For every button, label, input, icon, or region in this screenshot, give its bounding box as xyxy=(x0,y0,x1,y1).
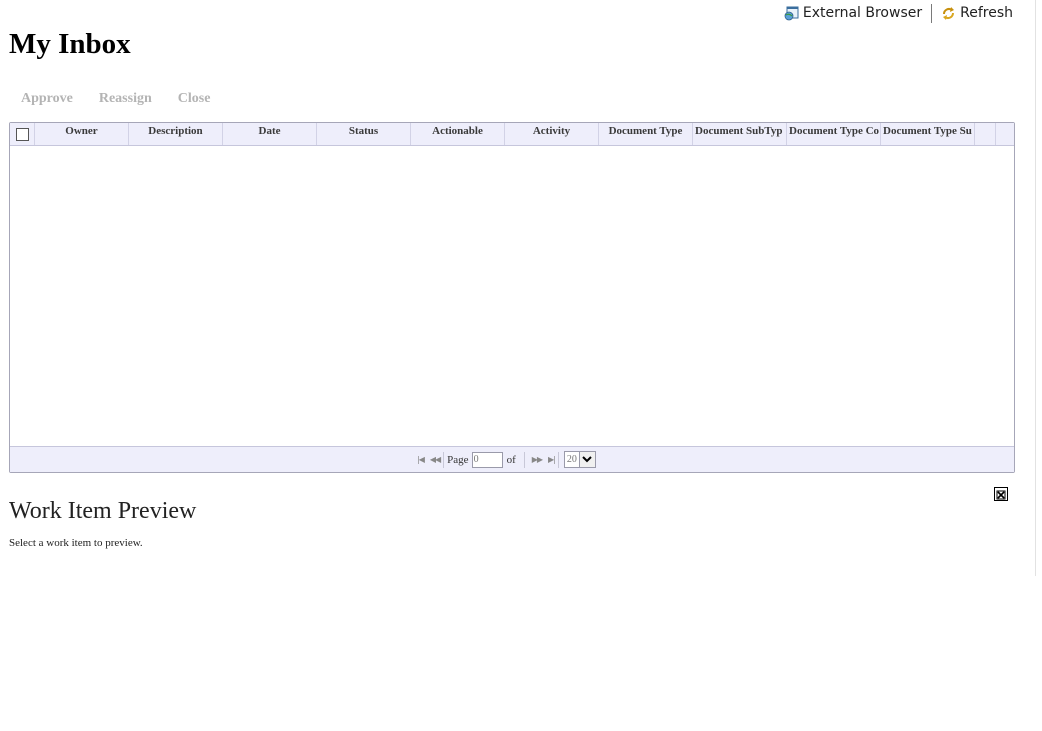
page-size-value: 20 xyxy=(566,454,577,465)
column-header-owner[interactable]: Owner xyxy=(35,123,129,145)
action-bar: Approve Reassign Close xyxy=(21,91,210,107)
refresh-arrows-icon xyxy=(941,6,956,21)
of-label: of xyxy=(506,453,516,466)
column-header-activity[interactable]: Activity xyxy=(505,123,599,145)
column-header-status[interactable]: Status xyxy=(317,123,411,145)
grid-header: Owner Description Date Status Actionable… xyxy=(10,123,1014,146)
external-browser-button[interactable]: External Browser xyxy=(784,5,922,21)
globe-window-icon xyxy=(784,6,799,21)
pager: |◀ ◀◀ Page of ▶▶ ▶| 20 xyxy=(417,450,596,469)
page-size-select[interactable]: 20 xyxy=(563,451,596,468)
next-page-icon[interactable]: ▶▶ xyxy=(532,455,543,464)
last-page-icon[interactable]: ▶| xyxy=(548,455,556,464)
pager-divider xyxy=(523,451,525,468)
column-header-date[interactable]: Date xyxy=(223,123,317,145)
chevron-down-icon[interactable] xyxy=(578,452,595,467)
external-browser-label: External Browser xyxy=(802,5,923,21)
column-header-document-type-code[interactable]: Document Type Co xyxy=(787,123,881,145)
top-toolbar: External Browser Refresh xyxy=(784,3,1013,23)
toolbar-divider xyxy=(931,3,933,23)
page-number-input[interactable] xyxy=(471,451,503,468)
select-all-checkbox[interactable] xyxy=(16,128,29,141)
page-label: Page xyxy=(447,453,469,466)
close-button[interactable]: Close xyxy=(178,91,211,107)
first-page-icon[interactable]: |◀ xyxy=(417,455,425,464)
preview-title: Work Item Preview xyxy=(9,498,197,524)
close-box-icon xyxy=(996,490,1006,500)
inbox-page: External Browser Refresh My Inbox Approv… xyxy=(0,0,1042,731)
prev-page-icon[interactable]: ◀◀ xyxy=(430,455,441,464)
column-header-description[interactable]: Description xyxy=(129,123,223,145)
column-header-document-type-sub[interactable]: Document Type Su xyxy=(881,123,975,145)
column-header-document-subtype[interactable]: Document SubTyp xyxy=(693,123,787,145)
column-header-extra[interactable] xyxy=(975,123,996,145)
select-all-cell xyxy=(10,123,35,145)
page-scrollbar[interactable] xyxy=(1035,0,1042,576)
page-title: My Inbox xyxy=(9,28,131,60)
close-preview-button[interactable] xyxy=(994,487,1008,501)
inbox-grid: Owner Description Date Status Actionable… xyxy=(9,122,1015,473)
grid-body xyxy=(10,146,1014,446)
refresh-label: Refresh xyxy=(960,5,1013,21)
approve-button[interactable]: Approve xyxy=(21,91,73,107)
preview-hint: Select a work item to preview. xyxy=(9,537,143,549)
grid-pager-bar: |◀ ◀◀ Page of ▶▶ ▶| 20 xyxy=(10,446,1014,472)
pager-divider xyxy=(443,451,445,468)
pager-divider xyxy=(557,451,559,468)
column-header-document-type[interactable]: Document Type xyxy=(599,123,693,145)
column-header-actionable[interactable]: Actionable xyxy=(411,123,505,145)
refresh-button[interactable]: Refresh xyxy=(941,5,1013,21)
reassign-button[interactable]: Reassign xyxy=(99,91,152,107)
